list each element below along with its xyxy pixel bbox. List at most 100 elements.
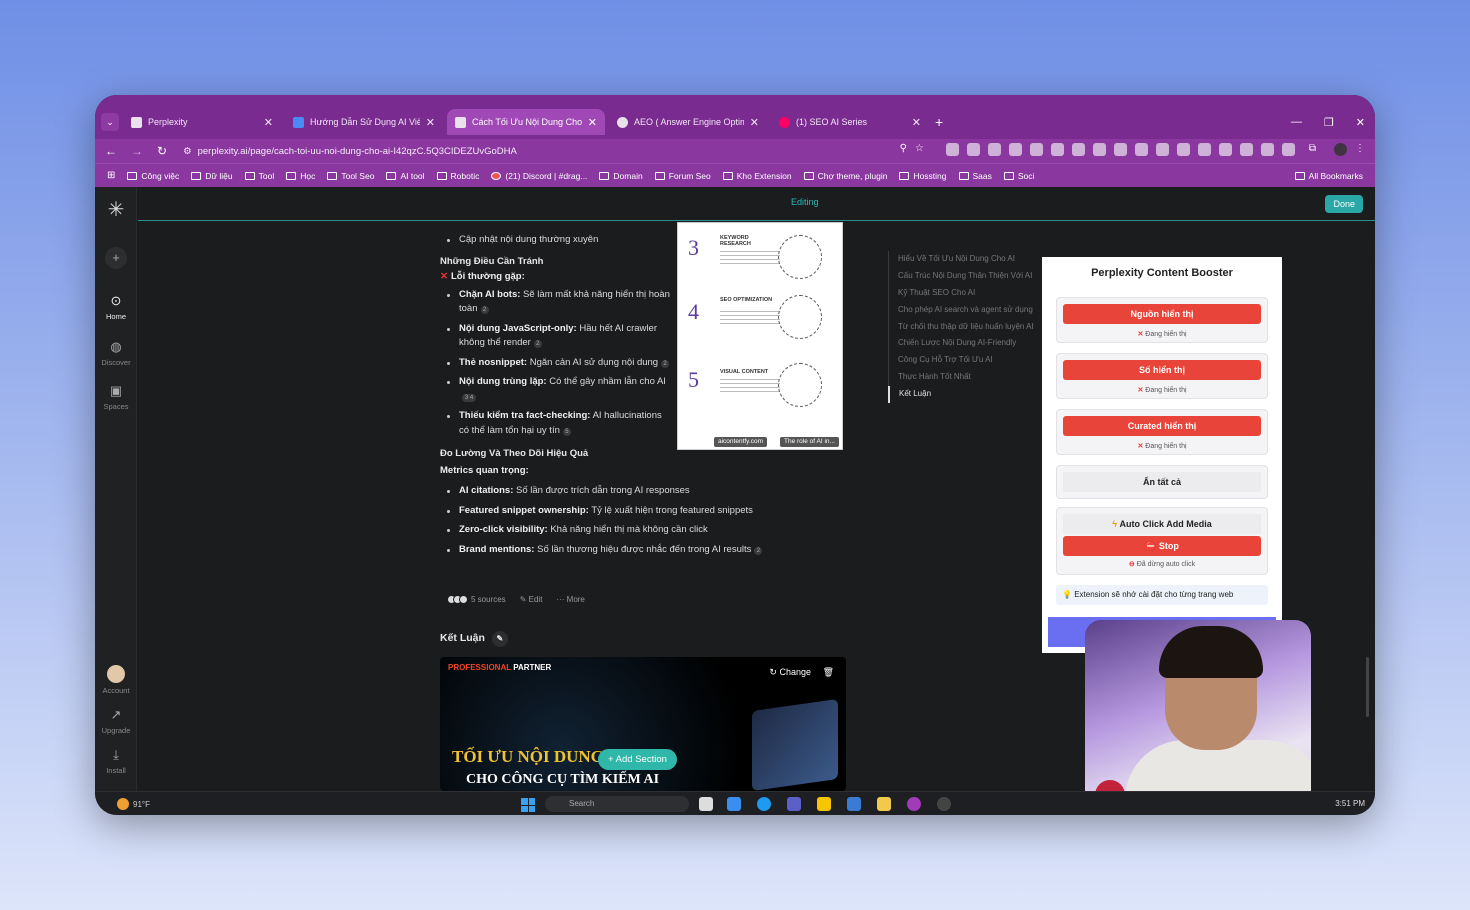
toc-item[interactable]: Công Cụ Hỗ Trợ Tối Ưu AI (889, 352, 1034, 369)
citation-badge[interactable]: 2 (754, 546, 763, 555)
toc-item[interactable]: Cấu Trúc Nội Dung Thân Thiện Với AI (889, 268, 1034, 285)
extension-icon[interactable] (945, 143, 959, 156)
restore-icon[interactable]: ❐ (1324, 116, 1334, 129)
tab-perplexity[interactable]: Perplexity ✕ (123, 109, 281, 135)
close-tab-icon[interactable]: ✕ (264, 116, 273, 129)
bookmark-link[interactable]: (21) Discord | #drag... (491, 171, 587, 181)
back-icon[interactable]: ← (105, 144, 117, 158)
weather-widget[interactable]: 91°F (117, 798, 150, 810)
extension-icon[interactable] (1134, 143, 1148, 156)
chrome-icon[interactable] (907, 797, 921, 811)
profile-avatar-icon[interactable] (1334, 143, 1347, 156)
copilot-icon[interactable] (727, 797, 741, 811)
delete-image-icon[interactable]: 🗑 (823, 667, 834, 678)
edit-heading-icon[interactable]: ✎ (491, 631, 508, 647)
tab-search-icon[interactable]: ⌄ (101, 113, 119, 131)
minimize-icon[interactable]: — (1291, 116, 1302, 128)
infographic-image[interactable]: 3 KEYWORD RESEARCH 4 SEO OPTIMIZATION 5 … (677, 222, 843, 450)
toc-item[interactable]: Chiến Lược Nội Dung AI-Friendly (889, 335, 1034, 352)
bookmark-folder[interactable]: Forum Seo (654, 171, 711, 181)
extension-icon[interactable] (1218, 143, 1232, 156)
toc-item[interactable]: Hiểu Về Tối Ưu Nội Dung Cho AI (889, 251, 1034, 268)
extension-icon[interactable] (1281, 143, 1295, 156)
citation-badge[interactable]: 2 (533, 340, 542, 348)
bookmark-folder[interactable]: Domain (599, 171, 643, 181)
image-source-caption[interactable]: aicontentfy.com (714, 437, 768, 447)
extension-icon[interactable] (1260, 143, 1274, 156)
edit-button[interactable]: ✎ Edit (520, 595, 543, 604)
tab-seo-ai-series[interactable]: (1) SEO AI Series ✕ (771, 109, 929, 135)
extension-icon[interactable] (1176, 143, 1190, 156)
bookmark-folder[interactable]: Soci (1003, 171, 1034, 181)
add-section-button[interactable]: + Add Section (598, 749, 677, 770)
tab-aeo[interactable]: AEO ( Answer Engine Optimiza✕ (609, 109, 767, 135)
bookmark-folder[interactable]: Hossting (899, 171, 947, 181)
all-bookmarks[interactable]: All Bookmarks (1294, 171, 1363, 181)
file-explorer-icon[interactable] (877, 797, 891, 811)
extensions-puzzle-icon[interactable]: ⧉ (1309, 143, 1316, 156)
extension-icon[interactable] (1050, 143, 1064, 156)
nav-upgrade[interactable]: ↗ Upgrade (95, 707, 137, 735)
nav-account[interactable]: Account (95, 665, 137, 695)
toc-item[interactable]: Kỹ Thuật SEO Cho AI (889, 285, 1034, 302)
toc-item[interactable]: Cho phép AI search và agent sử dụng (889, 302, 1034, 319)
nav-install[interactable]: ⤓ Install (95, 747, 137, 775)
citation-badge[interactable]: 5 (562, 427, 571, 436)
reload-icon[interactable]: ↻ (157, 144, 167, 158)
nav-spaces[interactable]: ▣ Spaces (95, 383, 137, 411)
stop-button[interactable]: ⛔ Stop (1063, 536, 1261, 556)
section-banner-image[interactable]: PROFESSIONAL PARTNER ↻ Change 🗑 TỐI ƯU N… (440, 657, 846, 791)
menu-kebab-icon[interactable]: ⋮ (1355, 143, 1365, 156)
apps-grid-icon[interactable]: ⊞ (107, 170, 115, 181)
toggle-sources-button[interactable]: Nguồn hiển thị (1063, 304, 1261, 324)
change-image-button[interactable]: ↻ Change (769, 667, 811, 678)
recorder-icon[interactable] (937, 797, 951, 811)
bookmark-folder[interactable]: Kho Extension (722, 171, 792, 181)
extension-icon[interactable] (1071, 143, 1085, 156)
bookmark-folder[interactable]: Robotic (436, 171, 479, 181)
extension-icon[interactable] (987, 143, 1001, 156)
extension-icon[interactable] (1197, 143, 1211, 156)
zoom-icon[interactable]: ⚲ (900, 143, 907, 156)
bookmark-star-icon[interactable]: ☆ (915, 143, 924, 156)
hide-all-button[interactable]: Ẩn tất cả (1063, 472, 1261, 492)
system-clock[interactable]: 3:51 PM (1335, 799, 1365, 808)
forward-icon[interactable]: → (131, 144, 143, 158)
url-field[interactable]: ⚙ perplexity.ai/page/cach-toi-uu-noi-dun… (183, 146, 517, 157)
sticky-notes-icon[interactable] (817, 797, 831, 811)
bookmark-folder[interactable]: Chợ theme, plugin (803, 171, 887, 181)
close-tab-icon[interactable]: ✕ (426, 116, 435, 129)
more-button[interactable]: ··· More (556, 595, 584, 604)
bookmark-folder[interactable]: Tool Seo (327, 171, 374, 181)
edge-icon[interactable] (757, 797, 771, 811)
bookmark-folder[interactable]: Học (286, 171, 315, 181)
extension-icon[interactable] (1155, 143, 1169, 156)
extension-icon[interactable] (1008, 143, 1022, 156)
citation-badge[interactable]: 2 (480, 306, 489, 314)
extension-icon[interactable] (966, 143, 980, 156)
extension-icon[interactable] (1029, 143, 1043, 156)
site-info-icon[interactable]: ⚙ (183, 146, 192, 157)
teams-icon[interactable] (787, 797, 801, 811)
toc-item[interactable]: Từ chối thu thập dữ liệu huấn luyện AI (889, 319, 1034, 336)
close-tab-icon[interactable]: ✕ (750, 116, 759, 129)
image-source-caption[interactable]: The role of AI in... (780, 437, 839, 447)
toggle-numbers-button[interactable]: Số hiển thị (1063, 360, 1261, 380)
store-icon[interactable] (847, 797, 861, 811)
windows-start-icon[interactable] (521, 798, 535, 812)
nav-home[interactable]: ⊙ Home (95, 293, 137, 321)
close-tab-icon[interactable]: ✕ (588, 116, 597, 129)
toggle-curated-button[interactable]: Curated hiển thị (1063, 416, 1261, 436)
nav-discover[interactable]: ◍ Discover (95, 339, 137, 367)
citation-badge[interactable]: 3 4 (462, 393, 476, 402)
new-thread-button[interactable]: + (95, 247, 137, 272)
scrollbar[interactable] (1366, 657, 1369, 717)
citation-badge[interactable]: 2 (661, 359, 670, 368)
task-view-icon[interactable] (699, 797, 713, 811)
done-button[interactable]: Done (1325, 195, 1363, 213)
tab-huong-dan[interactable]: Hướng Dẫn Sử Dụng AI Viết Bả✕ (285, 109, 443, 135)
tab-cach-toi-uu[interactable]: Cách Tối Ưu Nội Dung Cho AI ✕ (447, 109, 605, 135)
extension-icon[interactable] (1092, 143, 1106, 156)
toc-item-current[interactable]: Kết Luận (888, 386, 1034, 404)
bookmark-folder[interactable]: Saas (958, 171, 992, 181)
